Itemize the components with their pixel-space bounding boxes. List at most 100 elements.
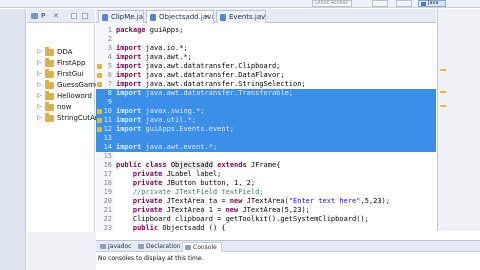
line-number: 13: [103, 134, 112, 142]
package-explorer: P ✕ ▷ DDA ▷ FirstApp ▷ FirstGui ▷ GuessGame …: [27, 9, 99, 231]
code-line[interactable]: 7 import java.awt.datatransfer.StringSele…: [96, 80, 436, 89]
code-text: Clipboard clipboard = getToolkit().getSy…: [116, 215, 369, 223]
expand-arrow-icon[interactable]: ▷: [37, 48, 42, 55]
main-toolbar: Quick Access Java: [0, 0, 480, 8]
expand-arrow-icon[interactable]: ▷: [37, 81, 42, 88]
code-text: import guiApps.Events.event;: [116, 125, 235, 133]
close-icon[interactable]: ✕: [53, 12, 59, 20]
code-text: public class Objectsadd extends JFrame{: [116, 161, 281, 169]
code-line[interactable]: 15: [96, 152, 436, 161]
code-line[interactable]: 2: [96, 35, 436, 44]
code-line[interactable]: 5 import java.awt.datatransfer.Clipboard;: [96, 62, 436, 71]
open-perspective-button[interactable]: [372, 0, 388, 7]
tab-events[interactable]: Events.java: [216, 10, 266, 23]
code-line[interactable]: 10 import javax.swing.*;: [96, 107, 436, 116]
line-number: 14: [103, 143, 112, 151]
tab-label: ClipMe.java: [111, 13, 144, 21]
perspective-switch-button[interactable]: [396, 0, 412, 7]
expand-arrow-icon[interactable]: ▷: [37, 92, 42, 99]
project-item[interactable]: ▷ Helloword: [37, 91, 93, 102]
line-number: 12: [103, 125, 112, 133]
code-line[interactable]: 20 private JTextArea ta = new JTextArea(…: [96, 197, 436, 206]
code-line[interactable]: 9: [96, 98, 436, 107]
code-line[interactable]: 4 import java.awt.*;: [96, 53, 436, 62]
project-folder-icon: [45, 91, 54, 100]
tab-console[interactable]: Console: [182, 242, 222, 252]
code-line[interactable]: 3 import java.io.*;: [96, 44, 436, 53]
project-list: ▷ DDA ▷ FirstApp ▷ FirstGui ▷ GuessGame ▷ Hel…: [37, 47, 99, 124]
code-text: private JTextArea 1 = new JTextArea(5,23…: [132, 206, 310, 214]
project-folder-icon: [45, 113, 54, 122]
maximize-button[interactable]: [82, 13, 88, 19]
editor-tab-bar: ClipMe.java Objectsadd.java ✕ Events.jav…: [96, 9, 436, 24]
quick-access-input[interactable]: Quick Access: [312, 0, 352, 7]
line-number: 9: [107, 98, 112, 106]
expand-arrow-icon[interactable]: ▷: [37, 114, 42, 121]
code-text: package guiApps;: [116, 26, 184, 34]
code-editor[interactable]: 1 package guiApps; 2 3 import java.io.*; 4 imp…: [96, 24, 436, 232]
project-item[interactable]: ▷ StringCutAr: [37, 113, 98, 124]
java-perspective-icon: [421, 2, 426, 6]
code-line[interactable]: 21 private JTextArea 1 = new JTextArea(5…: [96, 206, 436, 215]
line-number: 4: [107, 53, 112, 61]
tab-objectsadd[interactable]: Objectsadd.java ✕: [146, 10, 214, 24]
code-line[interactable]: 8 import java.awt.datatransfer.Transferab…: [96, 89, 436, 98]
minimize-button[interactable]: [71, 13, 77, 19]
code-line[interactable]: 12 import guiApps.Events.event;: [96, 125, 436, 134]
declaration-icon: [138, 244, 144, 249]
line-number: 11: [103, 116, 112, 124]
code-text: //private JTextField textField;: [116, 188, 264, 196]
tab-declaration[interactable]: Declaration: [136, 242, 181, 252]
code-text: public Objectsadd () {: [132, 224, 226, 232]
java-perspective-label: Java: [428, 0, 439, 6]
expand-arrow-icon[interactable]: ▷: [37, 59, 42, 66]
line-number: 22: [103, 215, 112, 223]
code-line[interactable]: 17 private JLabel label;: [96, 170, 436, 179]
package-explorer-icon: [31, 13, 38, 19]
java-file-icon: [102, 14, 108, 21]
code-line[interactable]: 22 Clipboard clipboard = getToolkit().ge…: [96, 215, 436, 224]
project-name: FirstApp: [57, 59, 86, 67]
code-line[interactable]: 23 public Objectsadd () {: [96, 224, 436, 232]
tab-label: Javadoc: [108, 243, 132, 250]
code-text: import java.util.*;: [116, 116, 197, 124]
line-number: 2: [107, 35, 112, 43]
java-perspective-button[interactable]: Java: [418, 0, 446, 7]
project-item[interactable]: ▷ DDA: [37, 47, 93, 58]
project-item[interactable]: ▷ now: [37, 102, 93, 113]
warning-marker[interactable]: [440, 69, 446, 71]
tab-label: Console: [193, 244, 217, 251]
project-item[interactable]: ▷ FirstGui: [37, 69, 93, 80]
project-item[interactable]: ▷ FirstApp: [37, 58, 93, 69]
code-line[interactable]: 1 package guiApps;: [96, 26, 436, 35]
line-number: 16: [103, 161, 112, 169]
line-number: 23: [103, 224, 112, 232]
code-line[interactable]: 11 import java.util.*;: [96, 116, 436, 125]
code-text: import javax.swing.*;: [116, 107, 205, 115]
code-text: import java.awt.event.*;: [116, 143, 218, 151]
project-name: now: [57, 103, 72, 111]
package-explorer-label: P: [41, 12, 46, 20]
tab-clipme[interactable]: ClipMe.java: [98, 10, 144, 23]
code-line[interactable]: 18 private JButton button, 1, 2;: [96, 179, 436, 188]
code-line[interactable]: 19 //private JTextField textField;: [96, 188, 436, 197]
code-line[interactable]: 13: [96, 134, 436, 143]
line-number: 5: [107, 62, 112, 70]
expand-arrow-icon[interactable]: ▷: [37, 70, 42, 77]
tab-label: Events.java: [229, 13, 266, 21]
tab-javadoc[interactable]: Javadoc: [98, 242, 131, 252]
code-line[interactable]: 6 import java.awt.datatransfer.DataFlavor…: [96, 71, 436, 80]
project-name: GuessGame: [57, 81, 100, 89]
tab-label: Declaration: [146, 243, 181, 250]
project-name: StringCutAr: [57, 114, 98, 122]
code-line[interactable]: 16 public class Objectsadd extends JFrame…: [96, 161, 436, 170]
warning-marker[interactable]: [440, 105, 446, 107]
code-line[interactable]: 14 import java.awt.event.*;: [96, 143, 436, 152]
line-number: 6: [107, 71, 112, 79]
warning-marker[interactable]: [440, 91, 446, 93]
expand-arrow-icon[interactable]: ▷: [37, 103, 42, 110]
close-icon[interactable]: ✕: [204, 11, 210, 23]
project-item[interactable]: ▷ GuessGame: [37, 80, 99, 91]
package-explorer-tab[interactable]: P ✕: [27, 9, 95, 23]
left-trim-strip: [0, 9, 26, 270]
